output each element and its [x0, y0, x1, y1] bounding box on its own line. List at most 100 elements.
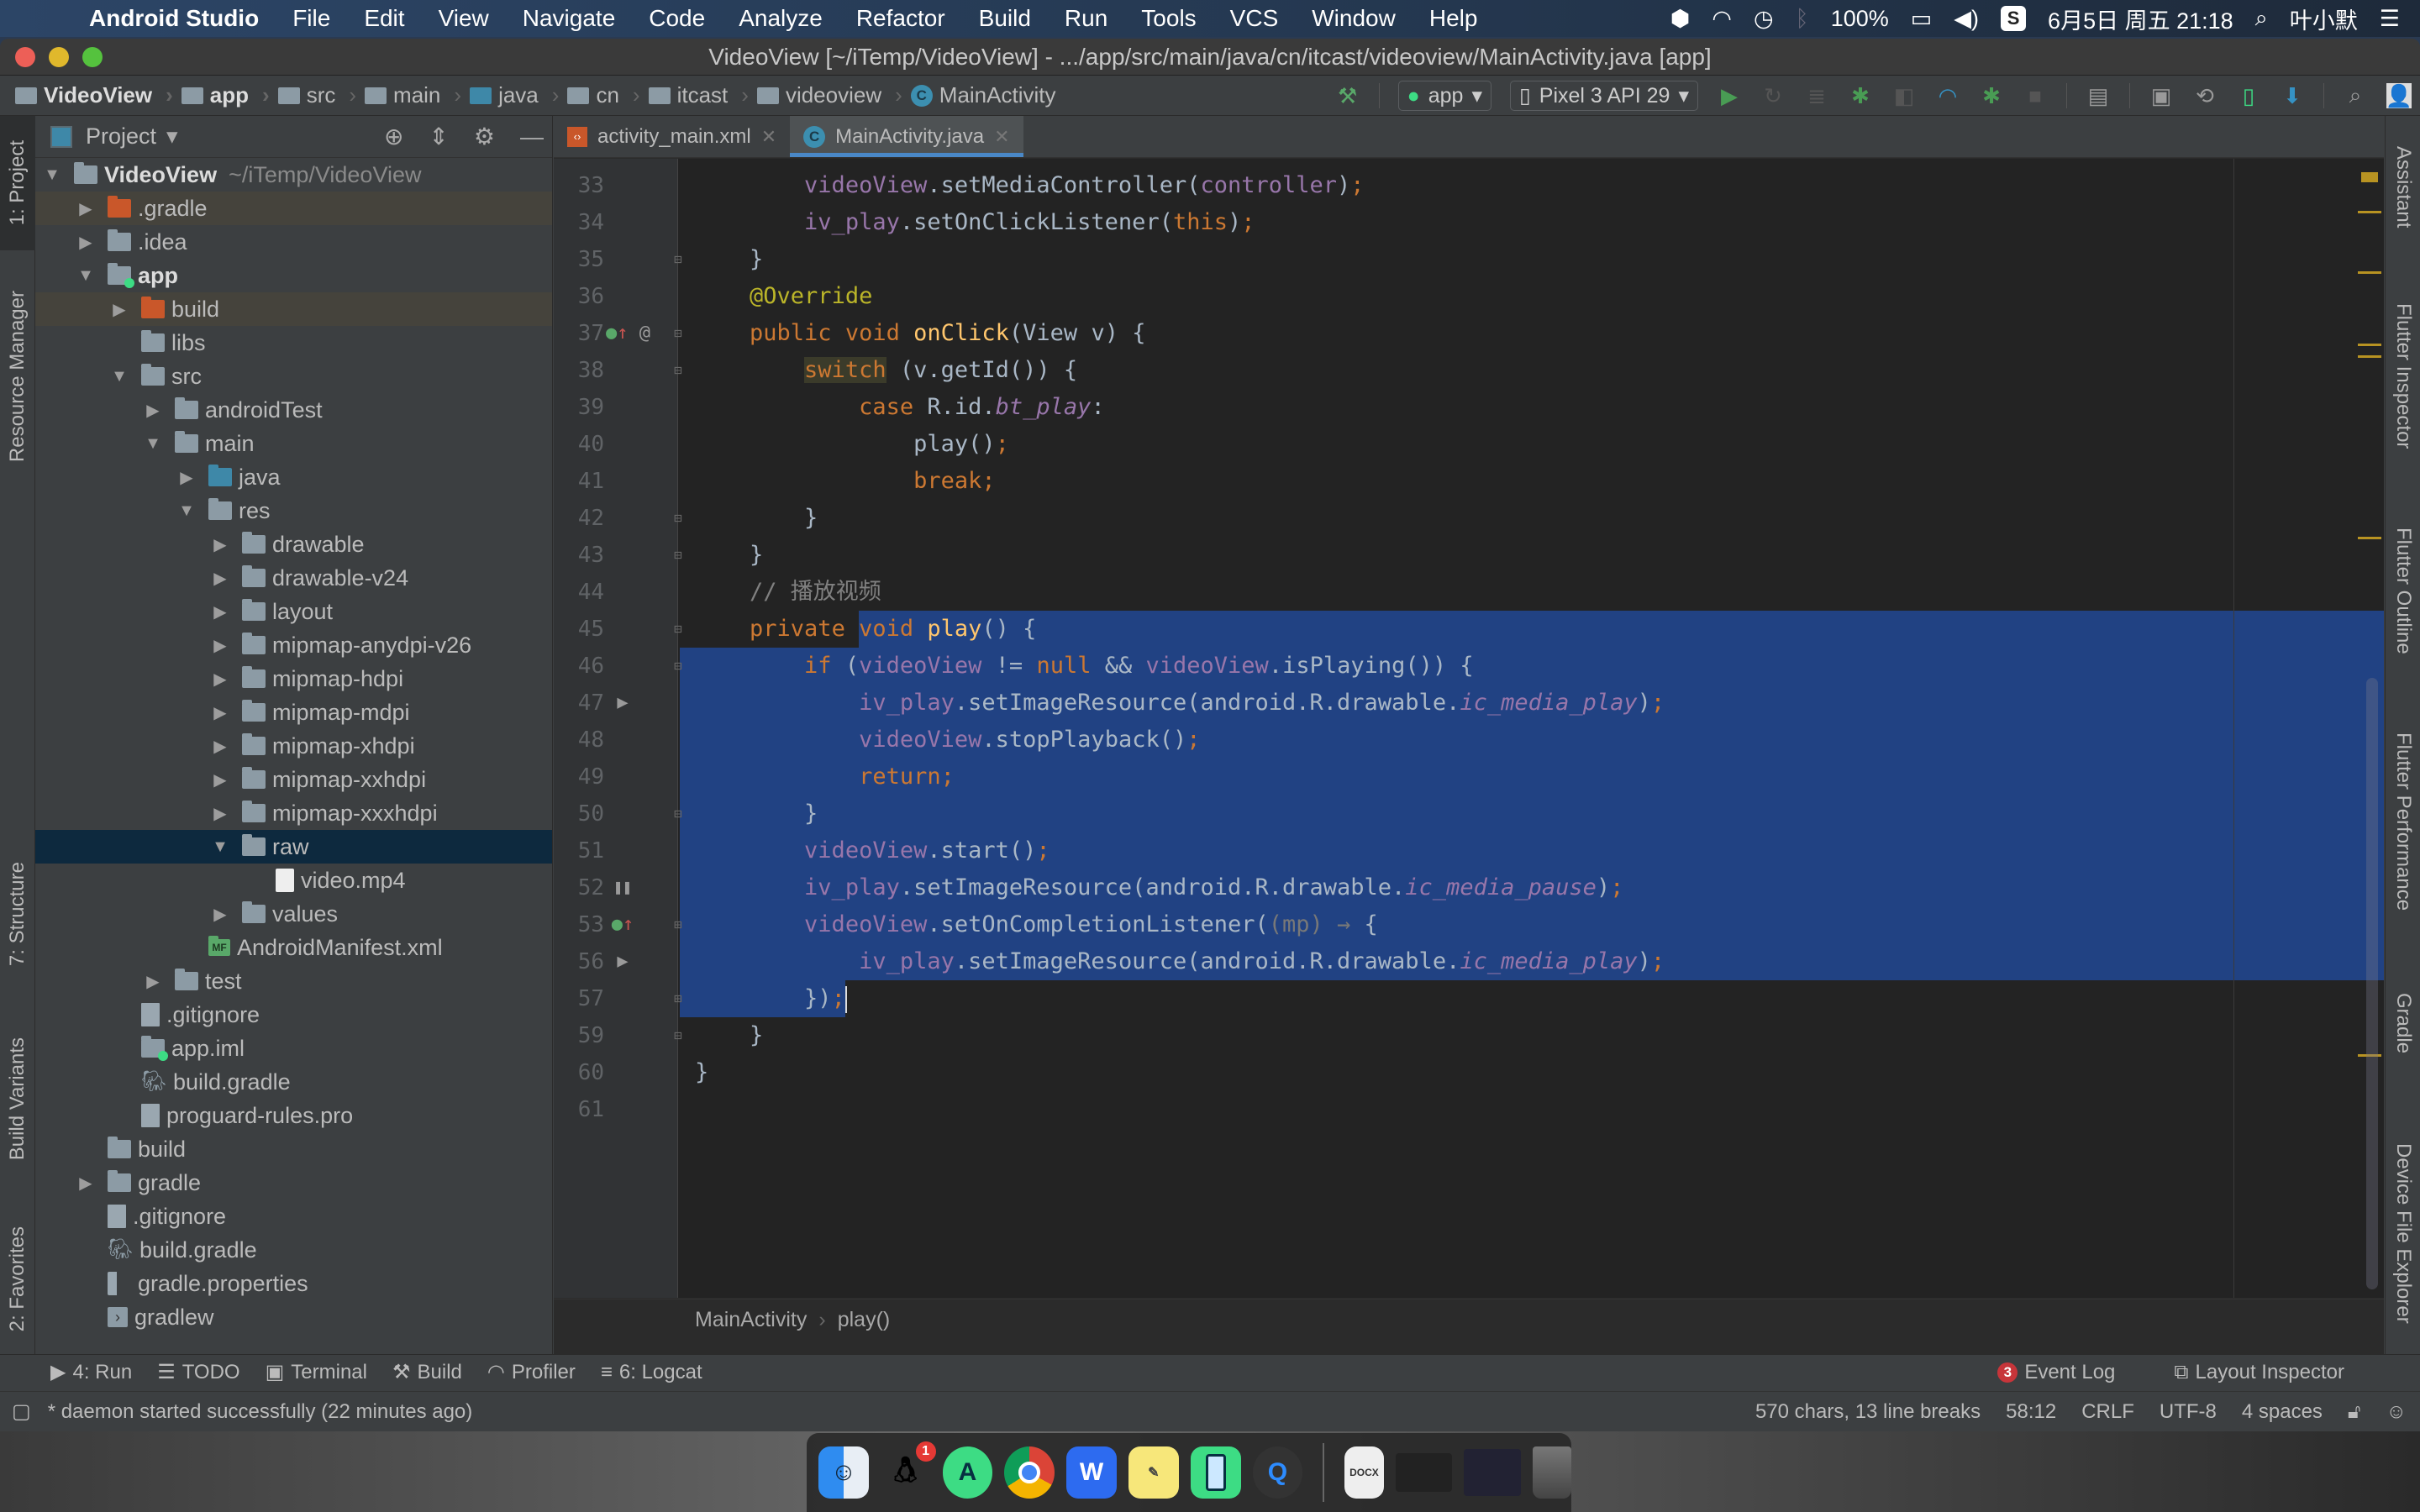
collapsed-arrow-icon[interactable]: ▶: [210, 736, 230, 757]
line-separator[interactable]: CRLF: [2081, 1400, 2134, 1424]
indent-setting[interactable]: 4 spaces: [2242, 1400, 2323, 1424]
collapsed-arrow-icon[interactable]: ▶: [76, 1173, 96, 1194]
close-window-button[interactable]: [15, 46, 35, 67]
code-line[interactable]: 49 return;: [554, 759, 2384, 795]
time-machine-icon[interactable]: ◷: [1754, 6, 1774, 32]
dock-trash[interactable]: [1532, 1446, 1571, 1499]
dock-android-studio[interactable]: A: [942, 1446, 993, 1499]
collapsed-arrow-icon[interactable]: ▶: [76, 232, 96, 253]
avd-manager-icon[interactable]: ▣: [2149, 83, 2174, 108]
dock-chrome[interactable]: [1004, 1446, 1055, 1499]
collapse-all-icon[interactable]: ⇕: [429, 123, 448, 150]
menu-view[interactable]: View: [439, 5, 489, 32]
code-line[interactable]: 41 break;: [554, 463, 2384, 500]
zoom-window-button[interactable]: [82, 46, 103, 67]
shield-icon[interactable]: ⬢: [1670, 6, 1691, 32]
tree-item[interactable]: build: [35, 1132, 552, 1166]
crumb-videoview[interactable]: videoview ›: [756, 82, 902, 108]
toggle-tool-windows-icon[interactable]: ▢: [12, 1399, 31, 1424]
dock-docx-file[interactable]: DOCX: [1344, 1446, 1384, 1499]
crumb-src[interactable]: src ›: [277, 82, 356, 108]
expanded-arrow-icon[interactable]: ▼: [143, 434, 163, 454]
collapsed-arrow-icon[interactable]: ▶: [176, 467, 197, 488]
tree-item[interactable]: ▶ values: [35, 897, 552, 931]
inspection-status-icon[interactable]: [2361, 172, 2378, 182]
implements-method-icon[interactable]: ●↑: [606, 906, 639, 943]
expanded-arrow-icon[interactable]: ▼: [76, 266, 96, 286]
fold-collapse-icon[interactable]: ⊟: [671, 537, 685, 574]
notification-center-icon[interactable]: ☰: [2380, 6, 2400, 32]
code-line[interactable]: 59 ⊟ }: [554, 1017, 2384, 1054]
attach-debugger-icon[interactable]: ✱: [1979, 83, 2004, 108]
project-structure-icon[interactable]: ▤: [2086, 83, 2111, 108]
editor-scrollbar[interactable]: [2356, 159, 2385, 1298]
expanded-arrow-icon[interactable]: ▼: [176, 501, 197, 521]
warning-mark[interactable]: [2358, 537, 2381, 539]
tree-item[interactable]: ▶ drawable: [35, 528, 552, 561]
code-editor[interactable]: 33 videoView.setMediaController(controll…: [554, 159, 2384, 1298]
code-line[interactable]: 38 ⊟ switch (v.getId()) {: [554, 352, 2384, 389]
code-line[interactable]: 53 ●↑ ⊞ videoView.setOnCompletionListener(…: [554, 906, 2384, 943]
dock-screenshot-1[interactable]: [1395, 1453, 1453, 1492]
chevron-down-icon[interactable]: ▾: [166, 123, 178, 150]
fold-expand-icon[interactable]: ⊞: [671, 906, 685, 943]
media-play-preview-icon[interactable]: ▶: [606, 685, 639, 722]
coverage-icon[interactable]: ◧: [1891, 83, 1917, 108]
code-line[interactable]: 39 case R.id.bt_play:: [554, 389, 2384, 426]
tab-activity-main-xml[interactable]: ‹› activity_main.xml ✕: [554, 116, 790, 157]
tree-item[interactable]: ▼ src: [35, 360, 552, 393]
tool-build[interactable]: ⚒ Build: [392, 1360, 462, 1384]
menu-navigate[interactable]: Navigate: [523, 5, 616, 32]
tree-item[interactable]: 🐘︎ build.gradle: [35, 1233, 552, 1267]
fold-collapse-icon[interactable]: ⊟: [671, 611, 685, 648]
menubar-user[interactable]: 叶小默: [2290, 3, 2358, 35]
close-icon[interactable]: ✕: [761, 126, 776, 148]
tree-item[interactable]: ▶ layout: [35, 595, 552, 628]
collapsed-arrow-icon[interactable]: ▶: [210, 635, 230, 656]
code-line[interactable]: 40 play();: [554, 426, 2384, 463]
tree-item[interactable]: app.iml: [35, 1032, 552, 1065]
menu-run[interactable]: Run: [1065, 5, 1107, 32]
tab-flutter-performance[interactable]: Flutter Performance: [2386, 696, 2420, 948]
tab-flutter-inspector[interactable]: Flutter Inspector: [2386, 276, 2420, 477]
warning-mark[interactable]: [2358, 271, 2381, 274]
dock-mobile-app[interactable]: [1190, 1446, 1241, 1499]
tree-item[interactable]: ▶ mipmap-xxxhdpi: [35, 796, 552, 830]
file-encoding[interactable]: UTF-8: [2160, 1400, 2217, 1424]
code-line[interactable]: 52 ❚❚ iv_play.setImageResource(android.R.…: [554, 869, 2384, 906]
spotlight-icon[interactable]: ⌕: [2255, 5, 2268, 32]
bluetooth-icon[interactable]: ᛒ: [1796, 6, 1809, 32]
volume-icon[interactable]: ◀): [1954, 6, 1979, 32]
collapsed-arrow-icon[interactable]: ▶: [210, 702, 230, 723]
code-line[interactable]: 42 ⊟ }: [554, 500, 2384, 537]
tree-item[interactable]: ▼ VideoView ~/iTemp/VideoView: [35, 158, 552, 192]
media-pause-preview-icon[interactable]: ❚❚: [606, 869, 639, 906]
code-line[interactable]: 48 videoView.stopPlayback();: [554, 722, 2384, 759]
debug-icon[interactable]: ✱: [1848, 83, 1873, 108]
search-icon[interactable]: ⌕: [2343, 82, 2368, 108]
dock-screenshot-2[interactable]: [1464, 1449, 1521, 1496]
apply-code-changes-icon[interactable]: ≣: [1804, 83, 1829, 108]
collapsed-arrow-icon[interactable]: ▶: [143, 971, 163, 992]
caret-position[interactable]: 58:12: [2006, 1400, 2056, 1424]
code-line[interactable]: 35 ⊟ }: [554, 241, 2384, 278]
sdk-download-icon[interactable]: ⬇: [2280, 83, 2305, 108]
menu-vcs[interactable]: VCS: [1230, 5, 1279, 32]
collapsed-arrow-icon[interactable]: ▶: [210, 669, 230, 690]
crumb-java[interactable]: java ›: [470, 82, 559, 108]
tool-logcat[interactable]: ≡ 6: Logcat: [601, 1361, 702, 1384]
collapsed-arrow-icon[interactable]: ▶: [109, 299, 129, 320]
breadcrumb-method[interactable]: play(): [838, 1308, 891, 1332]
expanded-arrow-icon[interactable]: ▼: [210, 837, 230, 857]
menu-help[interactable]: Help: [1429, 5, 1478, 32]
collapsed-arrow-icon[interactable]: ▶: [143, 400, 163, 421]
tree-item[interactable]: ▼ app: [35, 259, 552, 292]
minimize-window-button[interactable]: [49, 46, 69, 67]
tree-item[interactable]: .gitignore: [35, 1200, 552, 1233]
menu-refactor[interactable]: Refactor: [856, 5, 945, 32]
code-line[interactable]: 44 // 播放视频: [554, 574, 2384, 611]
collapsed-arrow-icon[interactable]: ▶: [210, 904, 230, 925]
status-message[interactable]: * daemon started successfully (22 minute…: [48, 1400, 473, 1424]
fold-collapse-icon[interactable]: ⊟: [671, 241, 685, 278]
tree-item[interactable]: gradle.properties: [35, 1267, 552, 1300]
